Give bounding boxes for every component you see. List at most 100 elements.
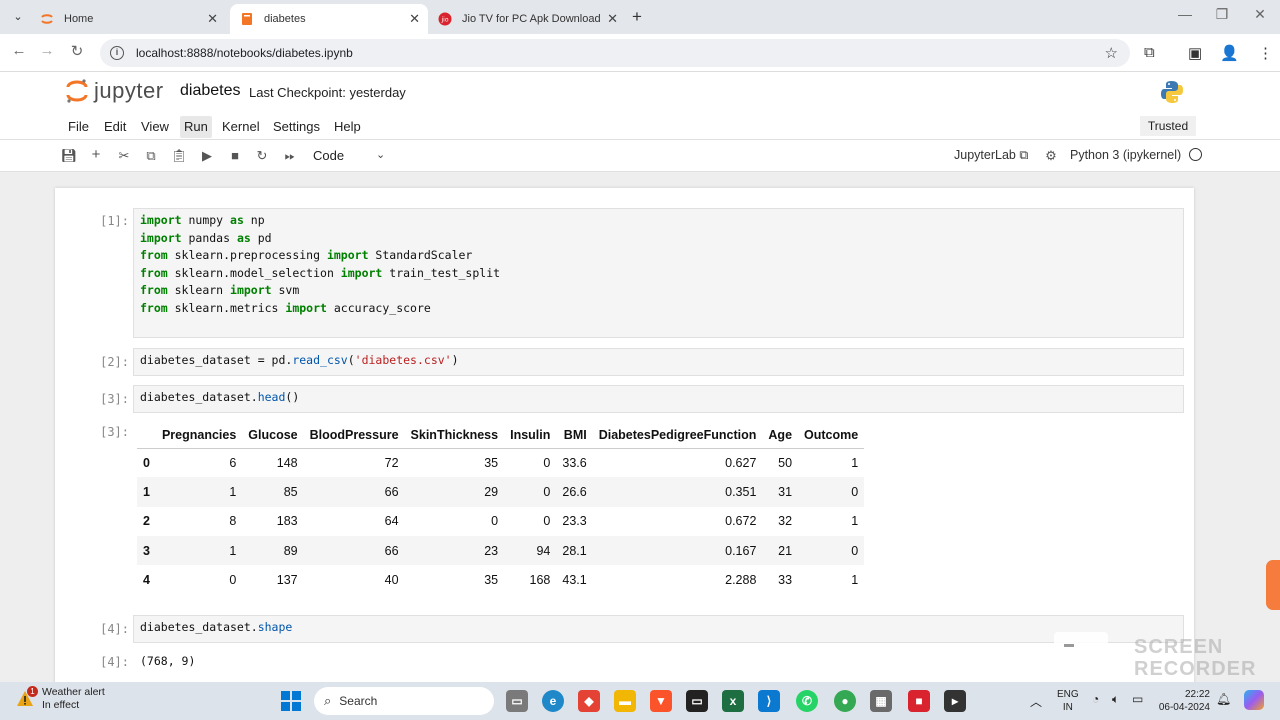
terminal-app-icon[interactable]: ▭ bbox=[686, 690, 708, 712]
menu-kernel[interactable]: Kernel bbox=[222, 119, 260, 134]
recorder-line1: SCREEN bbox=[1134, 636, 1224, 658]
jupyter-logo[interactable]: jupyter bbox=[66, 78, 164, 104]
bookmark-star-icon[interactable]: ☆ bbox=[1105, 44, 1118, 62]
cell-2-input[interactable]: diabetes_dataset = pd.read_csv('diabetes… bbox=[133, 348, 1184, 376]
dataframe-table: Pregnancies Glucose BloodPressure SkinThick… bbox=[137, 422, 865, 594]
table-cell: 0 bbox=[491, 514, 499, 529]
code-keyword: import bbox=[340, 265, 383, 280]
tab-diabetes[interactable]: diabetes ✕ bbox=[230, 4, 428, 34]
extensions-icon[interactable]: ⧉ bbox=[1144, 44, 1155, 61]
cell-4-prompt: [4]: bbox=[100, 622, 129, 636]
code-text: sklearn bbox=[167, 283, 231, 298]
notification-bell-icon[interactable]: 🔔︎ bbox=[1216, 692, 1231, 706]
close-icon[interactable]: ✕ bbox=[409, 11, 420, 27]
run-icon[interactable]: ▶ bbox=[198, 148, 216, 164]
clock[interactable]: 22:22 06-04-2024 bbox=[1156, 688, 1210, 714]
code-text: StandardScaler bbox=[368, 248, 473, 263]
tab-jio[interactable]: jio Jio TV for PC Apk Download ✕ bbox=[428, 4, 626, 34]
menu-file[interactable]: File bbox=[68, 119, 89, 134]
brave-app-icon[interactable]: ▼ bbox=[650, 690, 672, 712]
kernel-status[interactable]: Python 3 (ipykernel) bbox=[1070, 148, 1202, 162]
table-cell: 148 bbox=[276, 455, 298, 470]
minimize-button[interactable]: — bbox=[1175, 6, 1195, 22]
copy-icon[interactable]: ⧉ bbox=[142, 148, 160, 164]
site-info-icon[interactable]: i bbox=[110, 46, 124, 60]
menu-help[interactable]: Help bbox=[334, 119, 361, 134]
language-indicator[interactable]: ENG IN bbox=[1057, 688, 1079, 714]
row-index: 4 bbox=[143, 572, 150, 587]
more-menu-icon[interactable]: ⋮ bbox=[1258, 44, 1273, 62]
close-icon[interactable]: ✕ bbox=[207, 11, 218, 27]
chevron-down-icon[interactable]: ⌄ bbox=[376, 148, 385, 161]
notebook-title[interactable]: diabetes bbox=[180, 82, 241, 100]
paste-icon[interactable]: 📋︎ bbox=[170, 148, 188, 164]
wifi-icon[interactable]: ◔ bbox=[1092, 692, 1099, 706]
restart-icon[interactable]: ↻ bbox=[253, 148, 271, 164]
column-header: Pregnancies bbox=[155, 422, 243, 449]
menu-edit[interactable]: Edit bbox=[104, 119, 126, 134]
weather-widget[interactable]: 1 Weather alert In effect bbox=[16, 686, 105, 712]
jupyter-tab-icon bbox=[40, 12, 54, 26]
chrome-app-icon[interactable]: ● bbox=[834, 690, 856, 712]
column-header: DiabetesPedigreeFunction bbox=[592, 422, 763, 449]
recorder-minimize-icon[interactable] bbox=[1064, 644, 1074, 647]
table-row: 1 1 85 66 29 0 26.6 0.351 31 0 bbox=[137, 477, 865, 507]
cmd-app-icon[interactable]: ▸ bbox=[944, 690, 966, 712]
code-text: np bbox=[243, 213, 265, 227]
url-input[interactable]: i localhost:8888/notebooks/diabetes.ipyn… bbox=[100, 39, 1130, 67]
tab-search-button[interactable]: ⌄ bbox=[8, 7, 28, 27]
whatsapp-app-icon[interactable]: ✆ bbox=[796, 690, 818, 712]
menu-view[interactable]: View bbox=[141, 119, 169, 134]
close-icon[interactable]: ✕ bbox=[607, 11, 618, 27]
add-cell-icon[interactable]: + bbox=[87, 146, 105, 163]
battery-icon[interactable]: ▭ bbox=[1132, 692, 1143, 706]
code-keyword: from bbox=[140, 265, 168, 280]
menu-run[interactable]: Run bbox=[180, 116, 212, 138]
vscode-app-icon[interactable]: ⟩ bbox=[758, 690, 780, 712]
window-close-button[interactable]: ✕ bbox=[1250, 6, 1270, 23]
side-panel-icon[interactable]: ▣ bbox=[1188, 44, 1202, 62]
diamond-app-icon[interactable]: ◆ bbox=[578, 690, 600, 712]
cell-3-input[interactable]: diabetes_dataset.head() bbox=[133, 385, 1184, 413]
new-tab-button[interactable]: + bbox=[632, 7, 642, 27]
cell-2-code: diabetes_dataset = pd.read_csv('diabetes… bbox=[140, 353, 459, 367]
back-button[interactable]: ← bbox=[8, 42, 30, 59]
volume-icon[interactable]: 🔈︎ bbox=[1112, 692, 1119, 707]
table-cell: 33.6 bbox=[562, 455, 587, 470]
tray-chevron-icon[interactable]: ︿ bbox=[1030, 693, 1042, 710]
profile-avatar-icon[interactable]: 👤 bbox=[1220, 44, 1239, 62]
code-text: diabetes_dataset. bbox=[140, 620, 258, 634]
cut-icon[interactable]: ✂ bbox=[115, 148, 133, 164]
reload-button[interactable]: ↻ bbox=[66, 42, 88, 60]
restart-run-all-icon[interactable]: ⏩︎ bbox=[281, 148, 299, 164]
edge-app-icon[interactable]: e bbox=[542, 690, 564, 712]
file-manager-app-icon[interactable]: ▭ bbox=[506, 690, 528, 712]
table-cell: 29 bbox=[404, 477, 505, 507]
jupyterlab-link[interactable]: JupyterLab ⧉ bbox=[954, 148, 1028, 163]
restore-button[interactable]: ❐ bbox=[1212, 6, 1232, 23]
folder-app-icon[interactable]: ▬ bbox=[614, 690, 636, 712]
stop-icon[interactable]: ■ bbox=[226, 148, 244, 163]
cell-4-input[interactable]: diabetes_dataset.shape bbox=[133, 615, 1184, 643]
trusted-badge[interactable]: Trusted bbox=[1140, 116, 1196, 136]
save-icon[interactable]: 💾︎ bbox=[60, 148, 78, 164]
row-index: 3 bbox=[137, 535, 156, 566]
table-cell: 85 bbox=[242, 477, 304, 507]
table-row: 0 6 148 72 35 0 33.6 0.627 50 1 bbox=[137, 448, 864, 477]
cell-1-input[interactable]: import numpy as np import pandas as pd fro… bbox=[133, 208, 1184, 338]
taskbar-search-input[interactable]: ⌕ Search bbox=[314, 687, 494, 715]
cell-type-select[interactable]: Code bbox=[313, 148, 344, 163]
tab-home[interactable]: Home ✕ bbox=[30, 4, 226, 34]
store-app-icon[interactable]: ▦ bbox=[870, 690, 892, 712]
excel-app-icon[interactable]: x bbox=[722, 690, 744, 712]
scroll-handle[interactable] bbox=[1266, 560, 1280, 610]
recorder-widget[interactable] bbox=[1054, 632, 1108, 682]
copilot-icon[interactable] bbox=[1244, 690, 1264, 710]
gear-icon[interactable]: ⚙ bbox=[1042, 148, 1060, 164]
cell-3-output-prompt: [3]: bbox=[100, 425, 129, 439]
forward-button[interactable]: → bbox=[36, 42, 58, 59]
windows-start-icon[interactable] bbox=[281, 691, 301, 711]
recorder-app-icon[interactable]: ■ bbox=[908, 690, 930, 712]
column-header: Insulin bbox=[504, 422, 557, 449]
menu-settings[interactable]: Settings bbox=[273, 119, 320, 134]
